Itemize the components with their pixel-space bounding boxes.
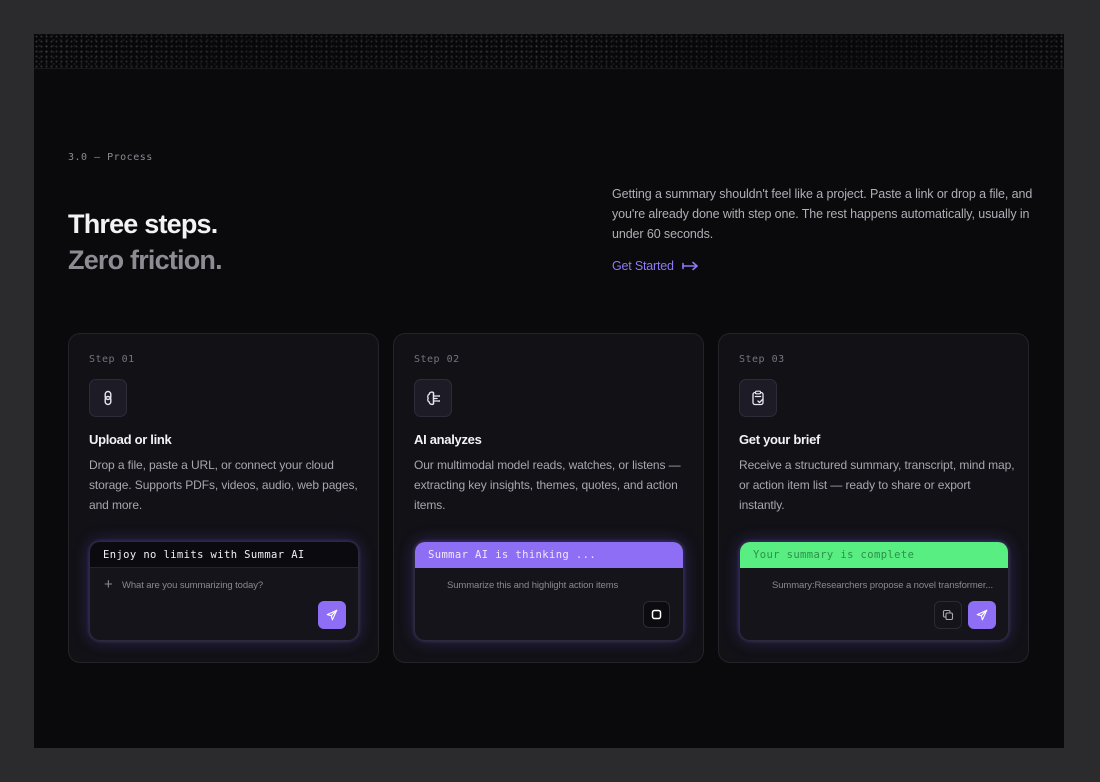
step-icon-box — [739, 379, 777, 417]
send-icon — [326, 609, 338, 621]
prompt-input[interactable]: What are you summarizing today? — [122, 580, 263, 591]
prompt-widget: Enjoy no limits with Summar AI + What ar… — [89, 541, 359, 641]
send-button[interactable] — [318, 601, 346, 629]
plus-icon[interactable]: + — [104, 576, 113, 594]
widget-banner: Your summary is complete — [740, 542, 1008, 568]
thinking-widget: Summar AI is thinking ... Summarize this… — [414, 541, 684, 641]
headline-line-1: Three steps. — [68, 209, 218, 239]
step-title: Upload or link — [89, 432, 172, 447]
summary-complete-widget: Your summary is complete Summary:Researc… — [739, 541, 1009, 641]
step-card-analyze: Step 02 AI analyzes Our multimodal model… — [393, 333, 704, 663]
widget-banner: Enjoy no limits with Summar AI — [90, 542, 358, 568]
step-description: Receive a structured summary, transcript… — [739, 458, 1015, 512]
headline: Three steps. Zero friction. — [68, 206, 223, 278]
step-description: Drop a file, paste a URL, or connect you… — [89, 458, 358, 512]
step-card-brief: Step 03 Get your brief Receive a structu… — [718, 333, 1029, 663]
noise-texture-band — [34, 34, 1064, 69]
send-button[interactable] — [968, 601, 996, 629]
widget-banner: Summar AI is thinking ... — [415, 542, 683, 568]
process-section: 3.0 — Process Three steps. Zero friction… — [34, 34, 1064, 748]
copy-button[interactable] — [934, 601, 962, 629]
step-card-upload: Step 01 Upload or link Drop a file, past… — [68, 333, 379, 663]
prompt-input[interactable]: Summarize this and highlight action item… — [447, 580, 618, 591]
summary-output: Summary:Researchers propose a novel tran… — [772, 580, 993, 591]
copy-icon — [942, 609, 954, 621]
brain-icon — [426, 390, 440, 405]
step-number: Step 03 — [739, 354, 785, 365]
stop-icon — [651, 609, 662, 620]
get-started-label: Get Started — [612, 259, 674, 273]
link-icon — [104, 390, 112, 406]
step-title: Get your brief — [739, 432, 821, 447]
arrow-right-icon — [681, 261, 698, 271]
headline-line-2: Zero friction. — [68, 245, 223, 275]
send-icon — [976, 609, 988, 621]
stop-button[interactable] — [643, 601, 670, 628]
step-icon-box — [89, 379, 127, 417]
clipboard-check-icon — [752, 390, 764, 406]
step-description: Our multimodal model reads, watches, or … — [414, 458, 681, 512]
intro-paragraph: Getting a summary shouldn't feel like a … — [612, 187, 1033, 241]
step-icon-box — [414, 379, 452, 417]
step-number: Step 01 — [89, 354, 135, 365]
section-label: 3.0 — Process — [68, 152, 153, 163]
get-started-link[interactable]: Get Started — [612, 259, 699, 273]
step-number: Step 02 — [414, 354, 460, 365]
step-title: AI analyzes — [414, 432, 482, 447]
